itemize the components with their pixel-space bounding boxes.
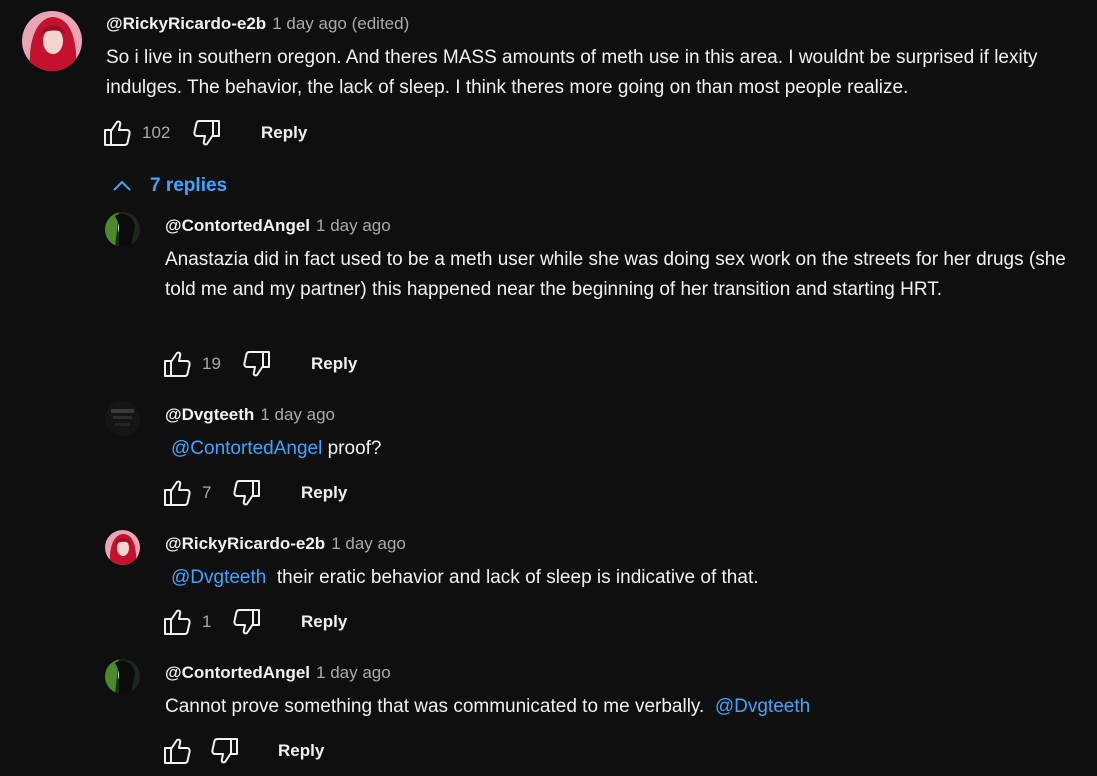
comment-header: @ContortedAngel 1 day ago bbox=[165, 215, 391, 237]
comment-header: @RickyRicardo-e2b 1 day ago bbox=[165, 533, 406, 555]
dislike-icon[interactable] bbox=[232, 478, 262, 508]
dislike-icon[interactable] bbox=[242, 349, 272, 379]
comment-text: Cannot prove something that was communic… bbox=[165, 692, 1083, 722]
dislike-icon[interactable] bbox=[192, 118, 222, 148]
timestamp[interactable]: 1 day ago bbox=[260, 405, 335, 424]
avatar[interactable] bbox=[105, 659, 140, 694]
reply-button[interactable]: Reply bbox=[311, 353, 357, 375]
author-name[interactable]: @ContortedAngel bbox=[165, 216, 310, 235]
avatar[interactable] bbox=[105, 212, 140, 247]
author-name[interactable]: @RickyRicardo-e2b bbox=[106, 14, 266, 33]
comment-actions: 7 Reply bbox=[162, 478, 422, 512]
avatar[interactable] bbox=[22, 11, 82, 71]
avatar[interactable] bbox=[105, 401, 140, 436]
comment-text-body: proof? bbox=[322, 438, 382, 459]
like-icon[interactable] bbox=[162, 607, 192, 637]
author-name[interactable]: @Dvgteeth bbox=[165, 405, 254, 424]
comment-text-body: Cannot prove something that was communic… bbox=[165, 696, 715, 717]
chevron-up-icon bbox=[113, 180, 131, 191]
timestamp[interactable]: 1 day ago bbox=[316, 663, 391, 682]
timestamp[interactable]: 1 day ago bbox=[331, 534, 406, 553]
comment-text: @Dvgteeth their eratic behavior and lack… bbox=[171, 563, 1083, 593]
mention-link[interactable]: @ContortedAngel bbox=[171, 438, 322, 459]
comment-actions: 19 Reply bbox=[162, 349, 422, 383]
like-count: 7 bbox=[202, 483, 212, 502]
avatar[interactable] bbox=[105, 530, 140, 565]
reply-button[interactable]: Reply bbox=[301, 482, 347, 504]
like-icon[interactable] bbox=[102, 118, 132, 148]
reply-button[interactable]: Reply bbox=[261, 122, 307, 144]
comment-actions: 1 Reply bbox=[162, 607, 422, 641]
like-count: 102 bbox=[142, 123, 171, 142]
comment-text: @ContortedAngel proof? bbox=[171, 434, 1083, 464]
comment-actions: Reply bbox=[162, 736, 422, 770]
dislike-icon[interactable] bbox=[210, 736, 240, 766]
dislike-icon[interactable] bbox=[232, 607, 262, 637]
timestamp[interactable]: 1 day ago bbox=[316, 216, 391, 235]
comment-text: So i live in southern oregon. And theres… bbox=[106, 47, 1038, 98]
like-count: 19 bbox=[202, 354, 221, 373]
like-icon[interactable] bbox=[162, 349, 192, 379]
like-count: 1 bbox=[202, 612, 212, 631]
timestamp[interactable]: 1 day ago (edited) bbox=[272, 14, 409, 33]
replies-count-label: 7 replies bbox=[150, 175, 228, 196]
comment-text: Anastazia did in fact used to be a meth … bbox=[165, 249, 1066, 300]
comment-actions: 102 Reply bbox=[102, 118, 362, 152]
reply-button[interactable]: Reply bbox=[301, 611, 347, 633]
author-name[interactable]: @RickyRicardo-e2b bbox=[165, 534, 325, 553]
like-icon[interactable] bbox=[162, 478, 192, 508]
comment-header: @Dvgteeth 1 day ago bbox=[165, 404, 335, 426]
mention-link[interactable]: @Dvgteeth bbox=[171, 567, 266, 588]
comment-header: @RickyRicardo-e2b 1 day ago (edited) bbox=[106, 13, 409, 35]
reply-button[interactable]: Reply bbox=[278, 740, 324, 762]
comment-text-body: their eratic behavior and lack of sleep … bbox=[266, 567, 759, 588]
author-name[interactable]: @ContortedAngel bbox=[165, 663, 310, 682]
comment-header: @ContortedAngel 1 day ago bbox=[165, 662, 391, 684]
mention-link[interactable]: @Dvgteeth bbox=[715, 696, 810, 717]
like-icon[interactable] bbox=[162, 736, 192, 766]
